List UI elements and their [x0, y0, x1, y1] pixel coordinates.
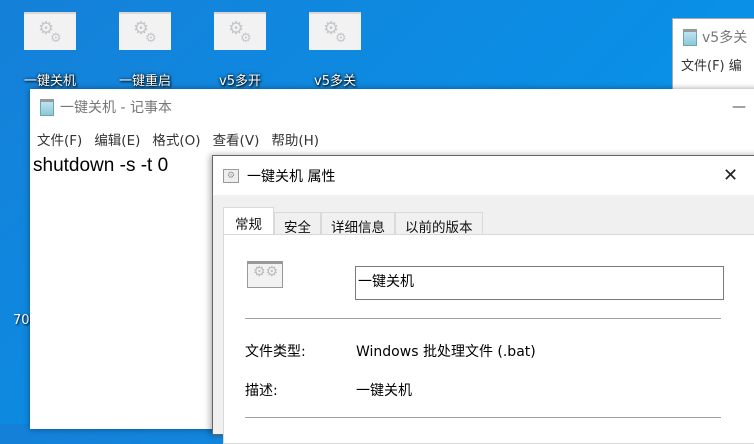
batch-file-icon: ⚙⚙ [247, 261, 283, 288]
file-type-value: Windows 批处理文件 (.bat) [356, 344, 536, 360]
divider [245, 318, 721, 319]
general-panel: ⚙⚙ 一键关机 文件类型: Windows 批处理文件 (.bat) 描述: 一键关… [223, 234, 754, 444]
icon-label: 一键关机 [23, 74, 76, 89]
notepad-icon [40, 98, 54, 116]
menu-view[interactable]: 查看(V) [213, 129, 260, 149]
batch-file-icon: ⚙⚙ [24, 12, 76, 50]
menu-file[interactable]: 文件(F) [37, 129, 82, 149]
desktop-icon-v5-open[interactable]: ⚙ ⚙ v5多开 [205, 12, 275, 89]
desktop-partial-label: 70 [13, 313, 30, 328]
desktop-icon-restart[interactable]: ⚙ ⚙ 一键重启 [110, 12, 180, 89]
menu-help[interactable]: 帮助(H) [271, 129, 319, 149]
divider [245, 417, 721, 418]
menu-edit[interactable]: 编辑(E) [94, 129, 140, 149]
dialog-title: 一键关机 属性 [247, 168, 336, 185]
notepad-window-back[interactable]: v5多关 文件(F) 编 [672, 18, 754, 98]
properties-dialog[interactable]: ⚙ 一键关机 属性 ✕ 常规 安全 详细信息 以前的版本 ⚙⚙ 一键关机 文件类型… [212, 155, 754, 444]
icon-label: v5多开 [219, 74, 261, 89]
batch-file-icon: ⚙⚙ [214, 12, 266, 50]
desktop-icon-shutdown[interactable]: ⚙ ⚙ 一键关机 [15, 12, 85, 89]
file-type-label: 文件类型: [245, 344, 306, 360]
menu-edit[interactable]: 编 [729, 59, 742, 74]
file-name-input[interactable]: 一键关机 [355, 266, 724, 300]
batch-file-icon: ⚙ [223, 168, 239, 183]
batch-file-icon: ⚙⚙ [309, 12, 361, 50]
notepad-icon [683, 28, 697, 46]
description-value: 一键关机 [356, 383, 412, 399]
desktop-icon-v5-close[interactable]: ⚙ ⚙ v5多关 [300, 12, 370, 89]
window-title: 一键关机 - 记事本 [60, 100, 172, 116]
icon-label: v5多关 [314, 74, 356, 89]
minimize-button[interactable]: — [732, 99, 746, 115]
window-title: v5多关 [702, 30, 748, 46]
icon-label: 一键重启 [118, 74, 171, 89]
description-label: 描述: [245, 383, 278, 399]
close-button[interactable]: ✕ [723, 165, 738, 186]
menu-format[interactable]: 格式(O) [152, 129, 200, 149]
menu-file[interactable]: 文件(F) [681, 59, 725, 74]
batch-file-icon: ⚙⚙ [119, 12, 171, 50]
